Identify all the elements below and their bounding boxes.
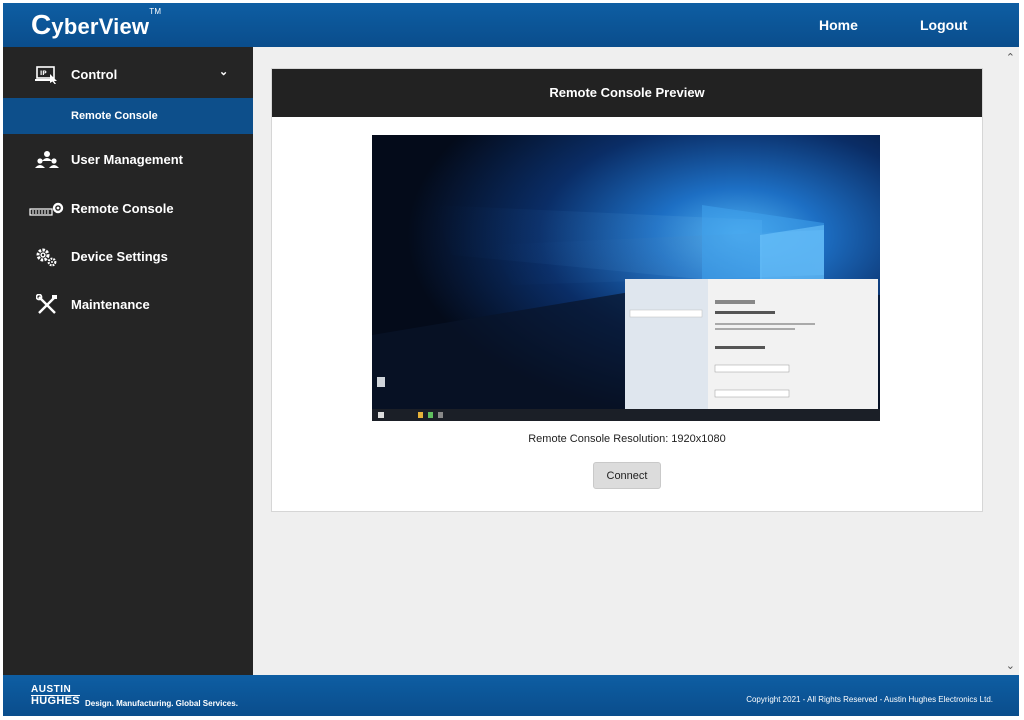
- footer-copyright: Copyright 2021 - All Rights Reserved - A…: [746, 695, 993, 704]
- resolution-text: Remote Console Resolution: 1920x1080: [528, 433, 726, 445]
- kvm-gear-icon: [29, 199, 65, 219]
- austin-hughes-logo: AUSTIN HUGHES: [31, 684, 80, 707]
- sidebar-subitem-remote-console[interactable]: Remote Console: [3, 98, 253, 134]
- panel-title: Remote Console Preview: [272, 69, 982, 117]
- brand-line-1: AUSTIN: [31, 684, 72, 695]
- sidebar-item-control[interactable]: IP Control ⌄: [3, 55, 253, 95]
- sidebar-item-label: Device Settings: [71, 249, 168, 264]
- logo-initial: C: [31, 9, 52, 40]
- scroll-up-icon[interactable]: ⌃: [1006, 51, 1015, 64]
- main-content: ⌃ ⌄ Remote Console Preview Remote Consol…: [253, 47, 1019, 675]
- sidebar-item-user-management[interactable]: User Management: [3, 140, 253, 180]
- sidebar-item-label: Control: [71, 67, 118, 82]
- sidebar-item-device-settings[interactable]: Device Settings: [3, 237, 253, 277]
- sidebar: IP Control ⌄ Remote Console User Managem…: [3, 47, 253, 675]
- sidebar-item-label: Remote Console: [71, 201, 174, 216]
- sidebar-item-label: Maintenance: [71, 297, 150, 312]
- top-bar: CyberViewTM Home Logout: [3, 3, 1019, 47]
- footer: AUSTIN HUGHES Design. Manufacturing. Glo…: [3, 675, 1019, 716]
- console-preview-image[interactable]: [372, 135, 880, 421]
- monitor-cursor-icon: IP: [35, 65, 59, 85]
- sidebar-item-remote-console[interactable]: Remote Console: [3, 189, 253, 229]
- tools-icon: [35, 294, 59, 315]
- cyberview-logo[interactable]: CyberViewTM: [31, 6, 162, 41]
- scroll-down-icon[interactable]: ⌄: [1006, 659, 1015, 672]
- preview-panel: Remote Console Preview Remote Console Re…: [271, 68, 983, 512]
- brand-line-2: HUGHES: [31, 695, 80, 707]
- connect-button[interactable]: Connect: [593, 462, 661, 489]
- logo-text: yberView: [51, 14, 150, 39]
- nav-home-link[interactable]: Home: [819, 17, 858, 33]
- footer-tagline: Design. Manufacturing. Global Services.: [85, 699, 238, 708]
- sidebar-item-maintenance[interactable]: Maintenance: [3, 285, 253, 325]
- logo-trademark: TM: [149, 6, 162, 16]
- app-window: CyberViewTM Home Logout IP Control ⌄ Rem…: [3, 3, 1019, 716]
- nav-logout-link[interactable]: Logout: [920, 17, 967, 33]
- gears-icon: [35, 247, 59, 267]
- chevron-down-icon: ⌄: [219, 66, 229, 78]
- users-icon: [35, 150, 59, 170]
- sidebar-subitem-label: Remote Console: [71, 110, 158, 122]
- sidebar-item-label: User Management: [71, 152, 183, 167]
- svg-text:IP: IP: [40, 70, 47, 77]
